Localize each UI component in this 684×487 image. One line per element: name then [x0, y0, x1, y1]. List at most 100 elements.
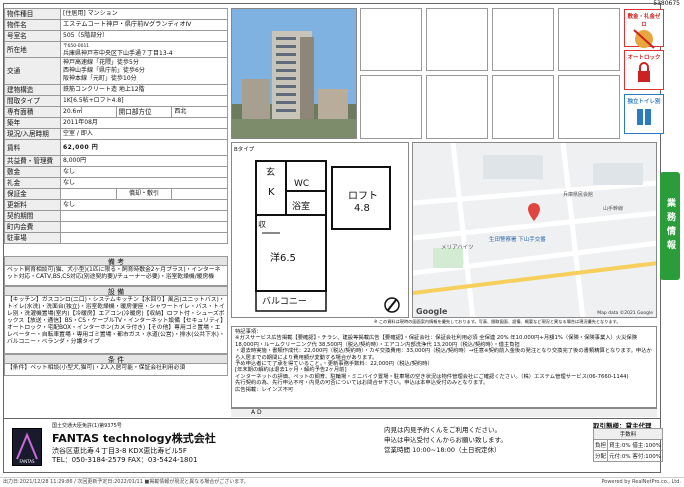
spec-community-fee	[60, 221, 228, 233]
spec-address: 〒650-0011 兵庫県神戸市中央区下山手通７丁目13-4	[60, 41, 228, 58]
photo-thumbnail[interactable]	[492, 75, 554, 139]
spec-key-money: なし	[60, 177, 228, 189]
spec-label: 駐車場	[4, 232, 61, 244]
spec-label: 築年	[4, 117, 61, 129]
spec-label: 町内会費	[4, 221, 61, 233]
spec-deposit: なし	[60, 166, 228, 178]
notes-line: ※ガスサービス広告掲載【要確認】・チラシ、建設等掲載広告【要確認】・保証会社：保…	[235, 335, 638, 348]
map-station-label: 生田警察署 下山手交番	[489, 237, 546, 243]
photo-thumbnail[interactable]	[426, 8, 488, 71]
separate-toilet-icon: 独立トイレ別	[624, 94, 664, 134]
spec-amort	[171, 188, 228, 200]
google-logo: Google	[416, 307, 448, 316]
ad-label: A D	[231, 408, 657, 417]
building-image	[232, 9, 356, 138]
bottom-bar: 出力日:2021/12/28 11:29:86 / 次回更新予定日:2022/0…	[0, 477, 684, 487]
equipment-title: 設 備	[4, 286, 228, 296]
map-place-label: 兵庫県民会館	[563, 192, 594, 198]
plan-toilet: WC	[294, 179, 310, 189]
address-value: 兵庫県神戸市中央区下山手通７丁目13-4	[63, 49, 173, 57]
remarks-title: 備 考	[4, 256, 228, 266]
spec-contract	[60, 210, 228, 222]
conditions-text: 【条件】ペット相談(小型犬,猫可)・2人入居可能・保証会社利用必須	[4, 364, 228, 376]
transit-line: 神戸高速線「花隈」徒歩5分	[63, 59, 139, 66]
application-note: 申込は申込受付くんからお願い致します。	[384, 436, 507, 444]
spec-label: 専有面積	[4, 106, 61, 118]
spec-built: 2011年08月	[60, 117, 228, 129]
map-street-label: 山手幹線	[603, 206, 624, 212]
spec-label: 償却・敷引	[115, 188, 173, 200]
company-phone: TEL：050-3184-2579 FAX：03-5424-1801	[52, 456, 198, 464]
fee-header: 手数料	[593, 428, 663, 440]
spec-area: 20.6㎡	[60, 106, 117, 118]
spec-label: 間取タイプ	[4, 95, 61, 107]
fee-value: 貸主:0% 借主:100%	[607, 439, 663, 451]
photo-thumbnail[interactable]	[360, 8, 422, 71]
fantas-logo-icon: FANTAS	[13, 429, 41, 465]
spec-label: 礼金	[4, 177, 61, 189]
spec-label: 交通	[4, 57, 61, 85]
spec-layout: 1K[6.5帖+ロフト4.8]	[60, 95, 228, 107]
spec-label: 共益費・管理費	[4, 155, 61, 167]
spec-guarantee	[60, 188, 117, 200]
plan-bath: 浴室	[292, 202, 311, 212]
spec-label: 号室名	[4, 30, 61, 42]
company-name: FANTAS technology株式会社	[52, 432, 216, 445]
spec-status: 空室 / 即入	[60, 128, 228, 140]
spec-rent: 62,000 円	[60, 139, 228, 156]
plan-storage: 収	[258, 220, 266, 229]
spec-label: 所在地	[4, 41, 61, 58]
spec-name: エステムコート神戸・県庁前ⅣグランディオⅣ	[60, 19, 228, 31]
spec-label: 建物構造	[4, 84, 61, 96]
map-place-label: メリアハイツ	[441, 245, 474, 251]
photo-caption: ※ この資料は現時の図面案内情報を優先しております。写真、間取図面、設備、概要な…	[374, 319, 621, 324]
viewing-note: 内見は内見予約くんをご利用ください。	[384, 426, 501, 434]
output-date: 出力日:2021/12/28 11:29:86 / 次回更新予定日:2022/0…	[3, 479, 249, 485]
spec-label: 契約期間	[4, 210, 61, 222]
notes-line: 広告掲載：レインズ不可	[235, 386, 294, 393]
spec-parking	[60, 232, 228, 244]
transit-line: 西神山手線「県庁前」徒歩6分	[63, 67, 145, 74]
conditions-title: 条 件	[4, 354, 228, 364]
zero-deposit-icon: 敷金・礼金ゼロ	[624, 9, 664, 49]
plan-loft-size: 4.8	[354, 203, 370, 214]
spec-transit: 神戸高速線「花隈」徒歩5分 西神山手線「県庁前」徒歩6分 阪神本線「元町」徒歩10分	[60, 57, 228, 85]
photo-thumbnail[interactable]	[360, 75, 422, 139]
spec-kind: [住居用] マンション	[60, 8, 228, 20]
map-copyright: Map data ©2021 Google	[597, 311, 653, 316]
business-hours: 営業時間 10:00~18:00（土日祝定休）	[384, 446, 501, 454]
zero-deposit-label: 敷金・礼金ゼロ	[627, 14, 661, 28]
spec-direction: 西北	[171, 106, 228, 118]
fee-key: 負担	[592, 439, 609, 451]
location-map[interactable]: 生田警察署 下山手交番 メリアハイツ 兵庫県民会館 山手幹線 Google Ma…	[412, 142, 657, 318]
property-spec-table: 物件種目 [住居用] マンション 物件名 エステムコート神戸・県庁前ⅣグランディオⅣ…	[4, 8, 228, 244]
special-notes: 特記事項： ※ガスサービス広告掲載【要確認】・チラシ、建設等掲載広告【要確認】・…	[231, 326, 657, 408]
autolock-label: オートロック	[627, 55, 661, 61]
floor-plan-drawing	[255, 160, 400, 313]
spec-label: 賃料	[4, 139, 61, 156]
map-drawing	[413, 143, 656, 317]
remarks-section: 備 考 ペット飼育相談可(猫、犬小型)(1匹に限る・飼育時敷金2ヶ月プラス)・イ…	[4, 256, 228, 376]
coins-icon	[633, 29, 655, 49]
spec-label: 物件名	[4, 19, 61, 31]
photo-thumbnail[interactable]	[558, 8, 620, 71]
photo-thumbnail[interactable]	[426, 75, 488, 139]
license-number: 国土交通大臣免許(1)第9375号	[52, 423, 122, 429]
spec-structure: 鉄筋コンクリート造 地上12階	[60, 84, 228, 96]
powered-by: Powered by RealNetPro.co., Ltd.	[601, 479, 681, 485]
business-info-tab[interactable]: 業務情報	[660, 172, 680, 280]
toilet-icon	[637, 109, 651, 125]
spec-label: 保証金	[4, 188, 61, 200]
plan-entrance: 玄	[266, 168, 276, 178]
spec-label: 更新料	[4, 199, 61, 211]
plan-loft-label: ロフト	[348, 191, 378, 202]
photo-thumbnail[interactable]	[558, 75, 620, 139]
photo-thumbnail[interactable]	[492, 8, 554, 71]
plan-type-label: Bタイプ	[234, 147, 255, 153]
floor-plan: Bタイプ 玄 K WC 浴室 収 洋6.5 ロフト 4.8 バルコニー	[231, 142, 409, 318]
equipment-text: 【キッチン】ガスコンロ(二口)・システムキッチン【水回り】風呂(ユニットバス)・…	[4, 296, 228, 354]
document-number: 5380675	[653, 0, 680, 7]
company-logo: FANTAS	[12, 428, 42, 466]
notes-line: ・退去時実施・書類作成代：22,000円（税込/契約時）・カギ交換費用：33,0…	[235, 348, 652, 361]
autolock-icon: オートロック	[624, 50, 664, 90]
